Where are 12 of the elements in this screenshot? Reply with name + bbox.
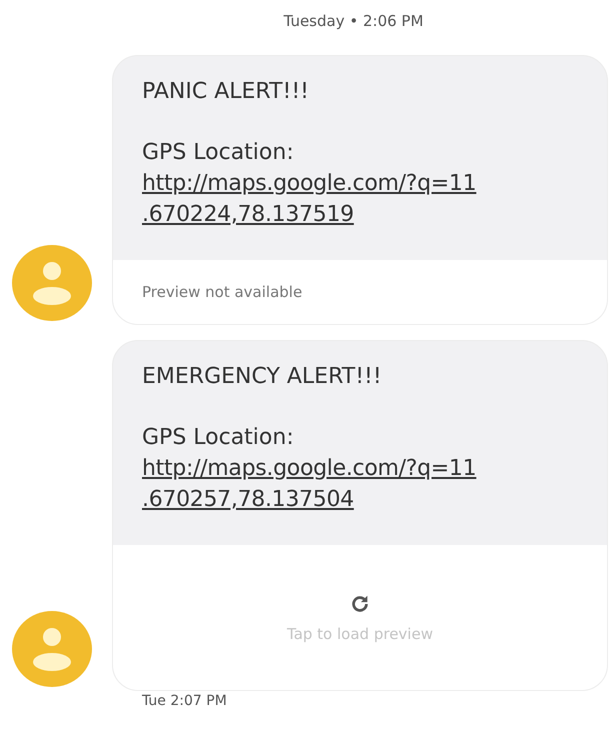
map-link[interactable]: http://maps.google.com/?q=11 .670257,78.137504 [142, 453, 587, 515]
preview-text: Tap to load preview [287, 624, 433, 642]
message-time: Tue 2:07 PM [142, 693, 228, 709]
map-link[interactable]: http://maps.google.com/?q=11 .670224,78.137519 [142, 168, 587, 230]
message-title: PANIC ALERT!!! [142, 78, 310, 106]
preview-text: Preview not available [142, 283, 302, 301]
location-label: GPS Location: [142, 139, 295, 167]
avatar-icon [12, 243, 92, 323]
location-label: GPS Location: [142, 424, 295, 452]
message-title: EMERGENCY ALERT!!! [142, 363, 383, 391]
date-header: Tuesday • 2:06 PM [284, 12, 424, 32]
avatar-icon [12, 609, 92, 689]
